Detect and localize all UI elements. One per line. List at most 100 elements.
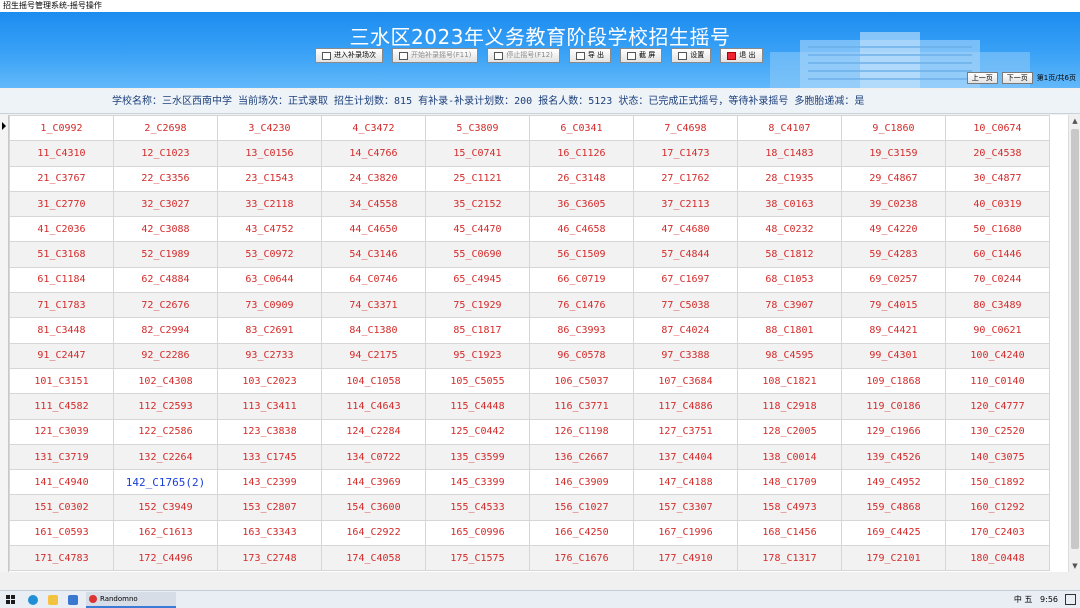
grid-cell[interactable]: 21_C3767 (9, 165, 114, 192)
grid-cell[interactable]: 54_C3146 (321, 241, 426, 268)
grid-cell[interactable]: 163_C3343 (217, 519, 322, 547)
grid-cell[interactable]: 179_C2101 (841, 545, 946, 572)
grid-cell[interactable]: 101_C3151 (9, 367, 114, 395)
grid-cell[interactable]: 15_C0741 (425, 140, 530, 167)
grid-cell[interactable]: 124_C2284 (321, 418, 426, 445)
next-page-button[interactable]: 下一页 (1001, 72, 1033, 84)
grid-cell[interactable]: 42_C3088 (113, 216, 218, 243)
toolbar-button-6[interactable]: 退 出 (720, 48, 763, 63)
grid-cell[interactable]: 129_C1966 (841, 418, 946, 445)
grid-cell[interactable]: 4_C3472 (321, 115, 426, 142)
table-row[interactable]: 61_C1184 62_C4884 63_C0644 64_C0746 65_C4945… (9, 266, 1050, 294)
grid-cell[interactable]: 117_C4886 (633, 393, 738, 420)
grid-cell[interactable]: 147_C4188 (633, 469, 738, 496)
grid-cell[interactable]: 106_C5037 (529, 367, 634, 395)
grid-cell[interactable]: 52_C1989 (113, 241, 218, 268)
grid-cell[interactable]: 151_C0302 (9, 494, 114, 521)
grid-cell[interactable]: 148_C1709 (737, 469, 842, 496)
table-row[interactable]: 151_C0302 152_C3949 153_C2807 154_C3600 155_… (9, 494, 1050, 521)
toolbar-button-0[interactable]: 进入补录场次 (315, 48, 383, 63)
grid-cell[interactable]: 156_C1027 (529, 494, 634, 521)
grid-cell[interactable]: 175_C1575 (425, 545, 530, 572)
grid-cell[interactable]: 68_C1053 (737, 266, 842, 294)
grid-cell[interactable]: 107_C3684 (633, 367, 738, 395)
grid-cell[interactable]: 180_C0448 (945, 545, 1050, 572)
grid-cell[interactable]: 97_C3388 (633, 342, 738, 369)
grid-cell[interactable]: 33_C2118 (217, 190, 322, 218)
grid-cell[interactable]: 155_C4533 (425, 494, 530, 521)
table-row[interactable]: 21_C3767 22_C3356 23_C1543 24_C3820 25_C1121… (9, 165, 1050, 192)
grid-cell[interactable]: 36_C3605 (529, 190, 634, 218)
input-method-indicator[interactable]: 中 五 (1014, 595, 1033, 604)
grid-cell[interactable]: 26_C3148 (529, 165, 634, 192)
grid-cell[interactable]: 152_C3949 (113, 494, 218, 521)
grid-cell[interactable]: 79_C4015 (841, 292, 946, 319)
grid-cell[interactable]: 110_C0140 (945, 367, 1050, 395)
table-row[interactable]: 101_C3151 102_C4308 103_C2023 104_C1058 105_… (9, 367, 1050, 395)
grid-cell[interactable]: 43_C4752 (217, 216, 322, 243)
grid-cell[interactable]: 144_C3969 (321, 469, 426, 496)
grid-cell[interactable]: 11_C4310 (9, 140, 114, 167)
grid-cell[interactable]: 48_C0232 (737, 216, 842, 243)
table-row[interactable]: 81_C3448 82_C2994 83_C2691 84_C1380 85_C1817… (9, 317, 1050, 344)
grid-cell[interactable]: 128_C2005 (737, 418, 842, 445)
grid-cell[interactable]: 146_C3909 (529, 469, 634, 496)
grid-cell[interactable]: 112_C2593 (113, 393, 218, 420)
grid-cell[interactable]: 10_C0674 (945, 115, 1050, 142)
grid-cell[interactable]: 47_C4680 (633, 216, 738, 243)
grid-cell[interactable]: 102_C4308 (113, 367, 218, 395)
grid-cell[interactable]: 169_C4425 (841, 519, 946, 547)
edge-icon[interactable] (28, 595, 38, 605)
grid-cell[interactable]: 61_C1184 (9, 266, 114, 294)
grid-cell[interactable]: 135_C3599 (425, 443, 530, 471)
grid-cell[interactable]: 171_C4783 (9, 545, 114, 572)
grid-cell[interactable]: 38_C0163 (737, 190, 842, 218)
grid-cell[interactable]: 57_C4844 (633, 241, 738, 268)
row-header[interactable] (0, 115, 9, 572)
grid-cell[interactable]: 84_C1380 (321, 317, 426, 344)
grid-cell[interactable]: 75_C1929 (425, 292, 530, 319)
grid-cell[interactable]: 165_C0996 (425, 519, 530, 547)
grid-cell[interactable]: 87_C4024 (633, 317, 738, 344)
grid-cell[interactable]: 99_C4301 (841, 342, 946, 369)
grid-cell[interactable]: 173_C2748 (217, 545, 322, 572)
grid-cell[interactable]: 138_C0014 (737, 443, 842, 471)
grid-cell[interactable]: 160_C1292 (945, 494, 1050, 521)
grid-cell[interactable]: 88_C1801 (737, 317, 842, 344)
grid-cell[interactable]: 71_C1783 (9, 292, 114, 319)
toolbar-button-4[interactable]: 截 屏 (620, 48, 663, 63)
grid-cell[interactable]: 158_C4973 (737, 494, 842, 521)
grid-cell[interactable]: 14_C4766 (321, 140, 426, 167)
grid-cell[interactable]: 95_C1923 (425, 342, 530, 369)
grid-cell[interactable]: 5_C3809 (425, 115, 530, 142)
grid-cell[interactable]: 82_C2994 (113, 317, 218, 344)
grid-cell[interactable]: 125_C0442 (425, 418, 530, 445)
grid-cell[interactable]: 178_C1317 (737, 545, 842, 572)
grid-cell[interactable]: 25_C1121 (425, 165, 530, 192)
scroll-thumb[interactable] (1071, 129, 1079, 549)
grid-cell[interactable]: 32_C3027 (113, 190, 218, 218)
grid-cell[interactable]: 91_C2447 (9, 342, 114, 369)
grid-cell[interactable]: 80_C3489 (945, 292, 1050, 319)
grid-cell[interactable]: 58_C1812 (737, 241, 842, 268)
grid-cell[interactable]: 72_C2676 (113, 292, 218, 319)
grid-cell[interactable]: 168_C1456 (737, 519, 842, 547)
grid-cell[interactable]: 8_C4107 (737, 115, 842, 142)
grid-cell[interactable]: 30_C4877 (945, 165, 1050, 192)
toolbar-button-1[interactable]: 开始补录摇号(F11) (392, 48, 479, 63)
grid-cell[interactable]: 113_C3411 (217, 393, 322, 420)
grid-cell[interactable]: 22_C3356 (113, 165, 218, 192)
grid-cell[interactable]: 177_C4910 (633, 545, 738, 572)
grid-cell[interactable]: 164_C2922 (321, 519, 426, 547)
grid-cell[interactable]: 59_C4283 (841, 241, 946, 268)
grid-cell[interactable]: 13_C0156 (217, 140, 322, 167)
grid-cell[interactable]: 70_C0244 (945, 266, 1050, 294)
grid-cell[interactable]: 140_C3075 (945, 443, 1050, 471)
grid-cell[interactable]: 49_C4220 (841, 216, 946, 243)
grid-cell[interactable]: 78_C3907 (737, 292, 842, 319)
grid-cell[interactable]: 63_C0644 (217, 266, 322, 294)
grid-cell[interactable]: 50_C1680 (945, 216, 1050, 243)
grid-cell[interactable]: 159_C4868 (841, 494, 946, 521)
grid-cell[interactable]: 44_C4650 (321, 216, 426, 243)
scroll-up-icon[interactable]: ▲ (1069, 115, 1080, 127)
